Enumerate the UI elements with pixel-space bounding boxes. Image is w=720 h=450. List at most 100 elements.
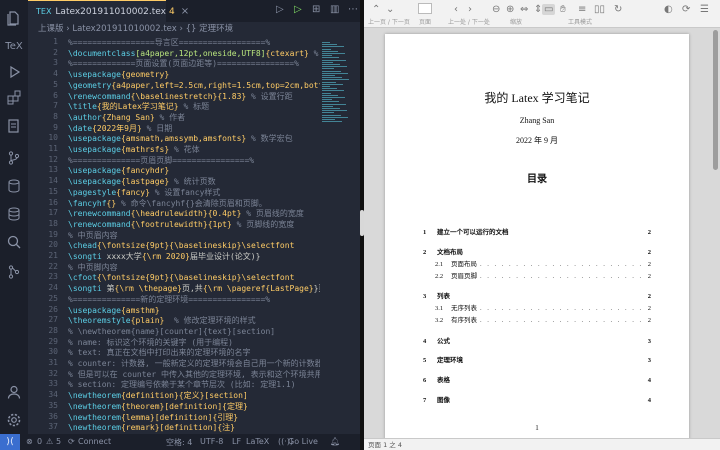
- hand-tool-icon[interactable]: ✋︎: [560, 4, 566, 15]
- code-line[interactable]: \author{Zhang San} % 作者: [68, 112, 185, 123]
- code-line[interactable]: \renewcommand{\baselinestretch}{1.83} % …: [68, 91, 293, 102]
- go-live-button[interactable]: Go Live: [288, 437, 318, 446]
- toc-entry[interactable]: 3.1 无序列表. . . . . . . . . . . . . . . . .…: [435, 304, 651, 314]
- code-line[interactable]: %==============页眉页脚================%: [68, 155, 254, 166]
- code-line[interactable]: %=================导言区==================%: [68, 37, 270, 48]
- toc-entry[interactable]: 3.2 有序列表. . . . . . . . . . . . . . . . .…: [435, 316, 651, 326]
- git-graph-icon[interactable]: [4, 262, 24, 282]
- view-pdf-icon[interactable]: ⊞: [312, 4, 320, 15]
- next-page-icon[interactable]: ⌄: [386, 4, 394, 15]
- menu-icon[interactable]: ☰: [700, 4, 709, 15]
- select-text-icon[interactable]: ▭: [542, 4, 556, 15]
- gear-icon[interactable]: [4, 410, 24, 430]
- source-control-icon[interactable]: [4, 148, 24, 168]
- scroll-mode-icon[interactable]: ≡: [578, 4, 586, 15]
- code-line[interactable]: \renewcommand{\headrulewidth}{0.4pt} % 页…: [68, 208, 304, 219]
- toc-entry[interactable]: 2.2 页眉页脚. . . . . . . . . . . . . . . . .…: [435, 272, 651, 282]
- build-icon[interactable]: ▷: [294, 4, 302, 15]
- code-line[interactable]: \newtheorem{lemma}[definition]{引理}: [68, 412, 238, 423]
- toc-entry[interactable]: 3 列表 2: [423, 292, 651, 302]
- spread-mode-icon[interactable]: ▯▯: [594, 4, 605, 15]
- database-2-icon[interactable]: [4, 204, 24, 224]
- code-line[interactable]: % name: 标识这个环境的关键字 (用于编程): [68, 337, 233, 348]
- code-line[interactable]: % section: 定理编号依赖于某个章节层次 (比如: 定理1.1): [68, 379, 296, 390]
- code-line[interactable]: % \newtheorem{name}[counter]{text}[secti…: [68, 326, 275, 337]
- code-line[interactable]: \cfoot{\fontsize{9pt}{\baselineskip}\sel…: [68, 272, 294, 283]
- zoom-in-icon[interactable]: ⊕: [506, 4, 514, 15]
- close-icon[interactable]: ×: [181, 6, 189, 17]
- breadcrumb-file[interactable]: Latex201911010002.tex: [72, 24, 176, 34]
- code-line[interactable]: % counter: 计数器, 一般新定义的定理环境会自己用一个新的计数器。: [68, 358, 320, 369]
- encoding-setting[interactable]: UTF-8: [200, 437, 223, 446]
- code-line[interactable]: \usepackage{geometry}: [68, 69, 169, 80]
- run-debug-icon[interactable]: [4, 62, 24, 82]
- toc-entry[interactable]: 2 文档布局 2: [423, 248, 651, 258]
- breadcrumb-folder[interactable]: 上课版: [38, 24, 64, 34]
- tab-latex-file[interactable]: TEX Latex201911010002.tex 4 ×: [28, 0, 189, 22]
- code-line[interactable]: %=============页面设置(页面边距等)===============…: [68, 58, 299, 69]
- connect-button[interactable]: Connect: [78, 437, 111, 446]
- code-line[interactable]: \newtheorem{definition}{定义}[section]: [68, 390, 248, 401]
- code-editor[interactable]: %=================导言区==================%…: [68, 36, 320, 434]
- code-line[interactable]: \title{我的Latex学习笔记} % 标题: [68, 101, 209, 112]
- toc-entry[interactable]: 4 公式 3: [423, 337, 651, 347]
- code-line[interactable]: % 但是可以在 counter 中传入其他的定理环境, 表示和这个环境共用计数器: [68, 369, 320, 380]
- code-line[interactable]: \pagestyle{fancy} % 设置fancy样式: [68, 187, 220, 198]
- toc-entry[interactable]: 2.1 页面布局. . . . . . . . . . . . . . . . .…: [435, 260, 651, 270]
- code-line[interactable]: \usepackage{amsthm}: [68, 305, 160, 316]
- split-editor-icon[interactable]: ▥: [330, 4, 339, 15]
- code-line[interactable]: \usepackage{mathrsfs} % 花体: [68, 144, 200, 155]
- rotate-icon[interactable]: ↻: [614, 4, 622, 15]
- remote-icon[interactable]: ⟩⟨: [0, 434, 20, 450]
- zoom-out-icon[interactable]: ⊖: [492, 4, 500, 15]
- minimap[interactable]: [320, 36, 354, 434]
- code-line[interactable]: \songti 第{\rm \thepage}页,共{\rm \pageref{…: [68, 283, 320, 294]
- previous-page-icon[interactable]: ⌃: [372, 4, 380, 15]
- notifications-icon[interactable]: 🔔︎: [330, 437, 340, 446]
- code-line[interactable]: % 中页眉内容: [68, 230, 118, 241]
- files-icon[interactable]: [4, 116, 24, 136]
- fit-width-icon[interactable]: ⇔: [520, 4, 528, 15]
- code-line[interactable]: \songti xxxx大学{\rm 2020}届毕业设计(论文)}: [68, 251, 260, 262]
- code-line[interactable]: \documentclass[a4paper,12pt,oneside,UTF8…: [68, 48, 320, 59]
- extensions-icon[interactable]: [4, 88, 24, 108]
- code-line[interactable]: \geometry{a4paper,left=2.5cm,right=1.5cm…: [68, 80, 320, 91]
- language-mode[interactable]: LaTeX: [246, 437, 269, 446]
- toc-entry[interactable]: 1 建立一个可以运行的文档 2: [423, 228, 651, 238]
- code-line[interactable]: \fancyhf{} % 命令\fancyhf{}会清除页眉和页脚。: [68, 198, 267, 209]
- page-number-input[interactable]: [418, 3, 432, 14]
- code-line[interactable]: \newtheorem{remark}[definition]{注}: [68, 422, 235, 433]
- code-line[interactable]: \usepackage{fancyhdr}: [68, 165, 169, 176]
- toc-entry[interactable]: 6 表格 4: [423, 376, 651, 386]
- forward-icon[interactable]: ›: [468, 4, 472, 15]
- code-line[interactable]: \usepackage{lastpage} % 统计页数: [68, 176, 216, 187]
- theme-icon[interactable]: ◐: [664, 4, 673, 15]
- database-icon[interactable]: [4, 176, 24, 196]
- code-line[interactable]: % 中页脚内容: [68, 262, 118, 273]
- refresh-icon[interactable]: ⟳: [682, 4, 690, 15]
- more-actions-icon[interactable]: ⋯: [348, 4, 358, 15]
- code-line[interactable]: \renewcommand{\footrulewidth}{1pt} % 页脚线…: [68, 219, 294, 230]
- warning-icon[interactable]: ⚠: [46, 437, 53, 446]
- tex-icon[interactable]: TeX: [4, 36, 24, 56]
- errors-icon[interactable]: ⊗: [26, 437, 33, 446]
- search-icon[interactable]: [4, 232, 24, 252]
- code-line[interactable]: \newtheorem{theorem}[definition]{定理}: [68, 401, 248, 412]
- code-line[interactable]: \date{2022年9月} % 日期: [68, 123, 172, 134]
- code-line[interactable]: \theoremstyle{plain} % 修改定理环境的样式: [68, 315, 256, 326]
- code-line[interactable]: % text: 真正在文档中打印出来的定理环境的名字: [68, 347, 251, 358]
- code-line[interactable]: \usepackage{amsmath,amssymb,amsfonts} % …: [68, 133, 293, 144]
- eol-setting[interactable]: LF: [232, 437, 241, 446]
- code-line[interactable]: %==============新的定理环境================%: [68, 294, 270, 305]
- breadcrumb-symbol[interactable]: {} 定理环境: [186, 24, 234, 34]
- back-icon[interactable]: ‹: [454, 4, 458, 15]
- error-count[interactable]: 0: [37, 437, 42, 446]
- indentation-setting[interactable]: 空格: 4: [166, 437, 192, 448]
- code-line[interactable]: \chead{\fontsize{9pt}{\baselineskip}\sel…: [68, 240, 294, 251]
- pdf-page[interactable]: 我的 Latex 学习笔记 Zhang San 2022 年 9 月 目录 1 建…: [385, 34, 689, 440]
- viewer-scrollbar[interactable]: [713, 30, 718, 170]
- explorer-icon[interactable]: [4, 8, 24, 28]
- account-icon[interactable]: [4, 382, 24, 402]
- warning-count[interactable]: 5: [56, 437, 61, 446]
- toc-entry[interactable]: 7 图像 4: [423, 396, 651, 406]
